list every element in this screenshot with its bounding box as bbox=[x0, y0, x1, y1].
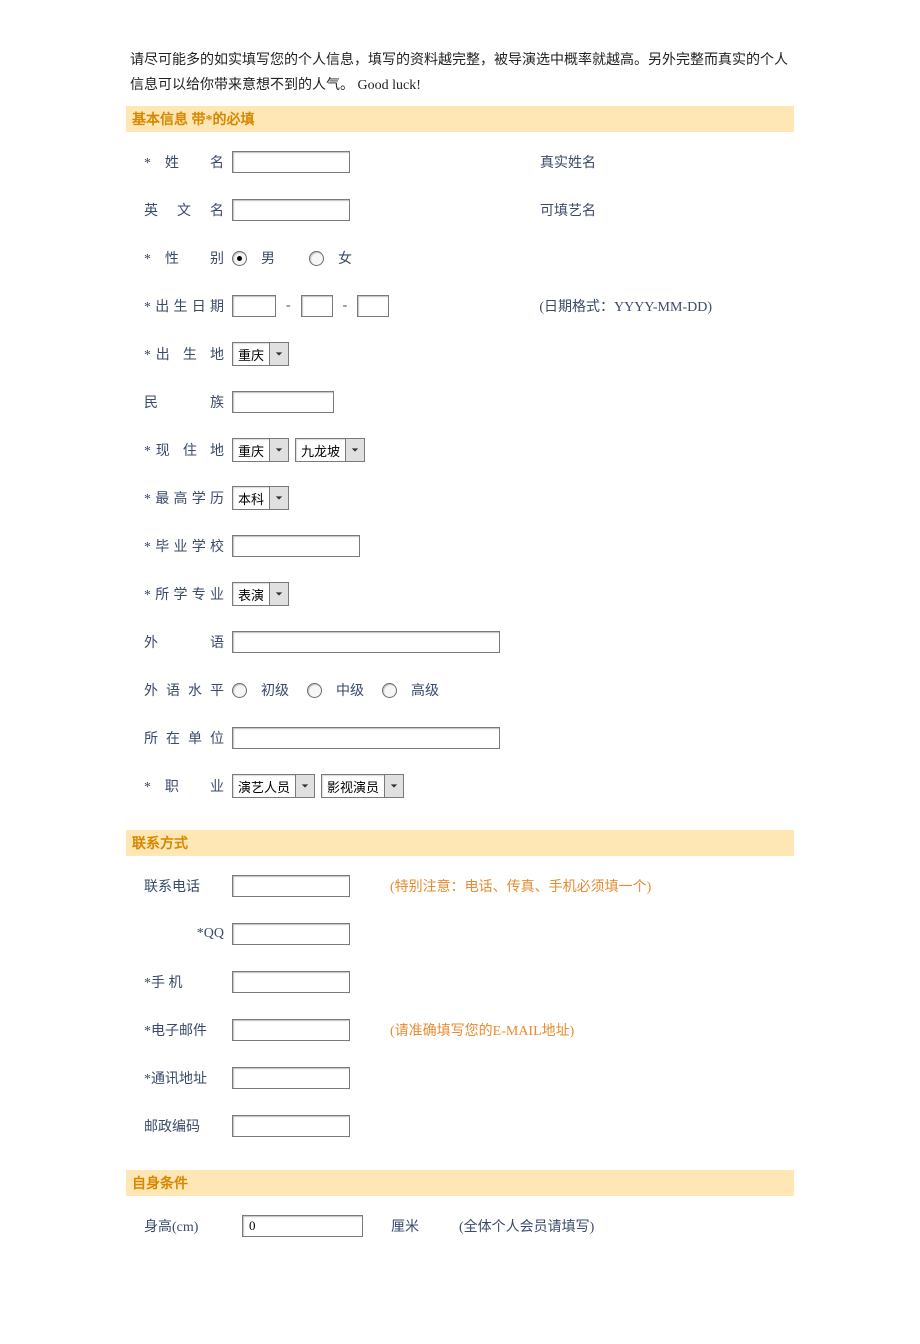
section-physical: 自身条件 bbox=[126, 1170, 794, 1196]
chevron-down-icon bbox=[345, 439, 364, 461]
radio-lv2[interactable] bbox=[307, 683, 322, 698]
qq-input[interactable] bbox=[232, 923, 350, 945]
label-email: *电子邮件 bbox=[144, 1020, 232, 1040]
email-input[interactable] bbox=[232, 1019, 350, 1041]
label-edu: *最高学历 bbox=[144, 488, 232, 508]
label-gender: *性 别 bbox=[144, 248, 232, 268]
label-lv1: 初级 bbox=[261, 680, 289, 700]
edu-value: 本科 bbox=[238, 489, 264, 508]
postcode-input[interactable] bbox=[232, 1115, 350, 1137]
lang-input[interactable] bbox=[232, 631, 500, 653]
date-sep-2: - bbox=[343, 298, 348, 314]
birth-day-input[interactable] bbox=[357, 295, 389, 317]
company-input[interactable] bbox=[232, 727, 500, 749]
radio-lv1[interactable] bbox=[232, 683, 247, 698]
label-female: 女 bbox=[338, 248, 352, 268]
occ1-select[interactable]: 演艺人员 bbox=[232, 774, 315, 798]
label-lv2: 中级 bbox=[336, 680, 364, 700]
label-postcode: 邮政编码 bbox=[144, 1116, 232, 1136]
hint-phone: (特别注意：电话、传真、手机必须填一个) bbox=[350, 876, 790, 896]
chevron-down-icon bbox=[384, 775, 403, 797]
hint-name: 真实姓名 bbox=[350, 152, 790, 172]
intro-text: 请尽可能多的如实填写您的个人信息，填写的资料越完整，被导演选中概率就越高。另外完… bbox=[130, 48, 790, 98]
section-contact: 联系方式 bbox=[126, 830, 794, 856]
residence-city-value: 九龙坡 bbox=[301, 441, 340, 460]
label-langlevel: 外语水平 bbox=[144, 680, 232, 700]
residence-province-value: 重庆 bbox=[238, 441, 264, 460]
mobile-input[interactable] bbox=[232, 971, 350, 993]
label-birth: *出生日期 bbox=[144, 296, 232, 316]
occ1-value: 演艺人员 bbox=[238, 777, 290, 796]
label-ethnic: 民 族 bbox=[144, 392, 232, 412]
label-qq: *QQ bbox=[144, 926, 232, 942]
hint-height: (全体个人会员请填写) bbox=[419, 1216, 790, 1236]
label-ename: 英 文 名 bbox=[144, 200, 232, 220]
height-unit: 厘米 bbox=[391, 1216, 419, 1236]
birthplace-select[interactable]: 重庆 bbox=[232, 342, 289, 366]
birthplace-value: 重庆 bbox=[238, 345, 264, 364]
label-height: 身高(cm) bbox=[144, 1216, 242, 1236]
label-school: *毕业学校 bbox=[144, 536, 232, 556]
label-male: 男 bbox=[261, 248, 275, 268]
label-phone: 联系电话 bbox=[144, 876, 232, 896]
major-select[interactable]: 表演 bbox=[232, 582, 289, 606]
school-input[interactable] bbox=[232, 535, 360, 557]
radio-lv3[interactable] bbox=[382, 683, 397, 698]
hint-email: (请准确填写您的E-MAIL地址) bbox=[350, 1020, 790, 1040]
label-occupation: *职 业 bbox=[144, 776, 232, 796]
label-lang: 外 语 bbox=[144, 632, 232, 652]
chevron-down-icon bbox=[295, 775, 314, 797]
occ2-value: 影视演员 bbox=[327, 777, 379, 796]
label-mobile: *手 机 bbox=[144, 972, 232, 992]
label-major: *所学专业 bbox=[144, 584, 232, 604]
label-company: 所在单位 bbox=[144, 728, 232, 748]
edu-select[interactable]: 本科 bbox=[232, 486, 289, 510]
address-input[interactable] bbox=[232, 1067, 350, 1089]
occ2-select[interactable]: 影视演员 bbox=[321, 774, 404, 798]
residence-city-select[interactable]: 九龙坡 bbox=[295, 438, 365, 462]
birth-year-input[interactable] bbox=[232, 295, 276, 317]
label-lv3: 高级 bbox=[411, 680, 439, 700]
radio-male[interactable] bbox=[232, 251, 247, 266]
radio-female[interactable] bbox=[309, 251, 324, 266]
ename-input[interactable] bbox=[232, 199, 350, 221]
date-sep-1: - bbox=[286, 298, 291, 314]
residence-province-select[interactable]: 重庆 bbox=[232, 438, 289, 462]
name-input[interactable] bbox=[232, 151, 350, 173]
section-basic: 基本信息 带*的必填 bbox=[126, 106, 794, 132]
major-value: 表演 bbox=[238, 585, 264, 604]
chevron-down-icon bbox=[269, 343, 288, 365]
label-address: *通讯地址 bbox=[144, 1068, 232, 1088]
chevron-down-icon bbox=[269, 583, 288, 605]
phone-input[interactable] bbox=[232, 875, 350, 897]
label-residence: *现 住 地 bbox=[144, 440, 232, 460]
height-input[interactable] bbox=[242, 1215, 363, 1237]
hint-ename: 可填艺名 bbox=[350, 200, 790, 220]
ethnic-input[interactable] bbox=[232, 391, 334, 413]
birth-month-input[interactable] bbox=[301, 295, 333, 317]
label-birthplace: *出 生 地 bbox=[144, 344, 232, 364]
hint-birth: (日期格式：YYYY-MM-DD) bbox=[389, 296, 790, 316]
chevron-down-icon bbox=[269, 439, 288, 461]
label-name: *姓 名 bbox=[144, 152, 232, 172]
chevron-down-icon bbox=[269, 487, 288, 509]
